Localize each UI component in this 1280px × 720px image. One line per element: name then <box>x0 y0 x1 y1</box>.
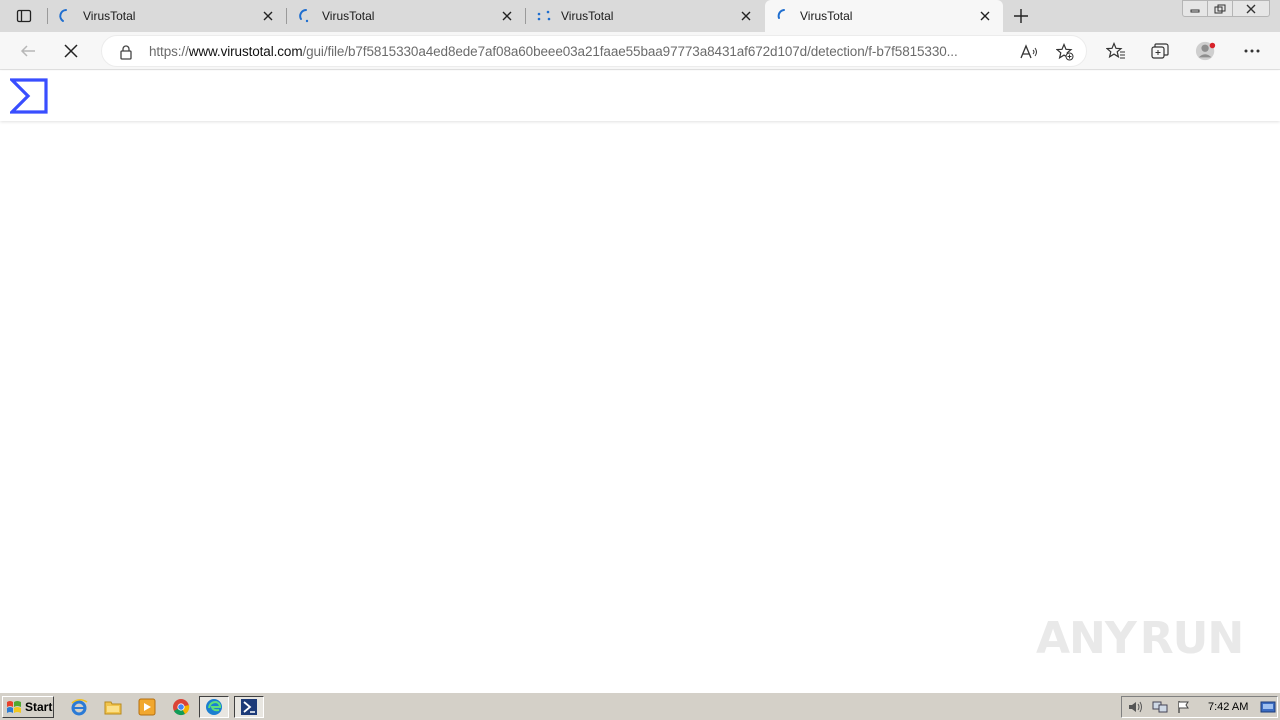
close-icon <box>1246 4 1256 13</box>
read-aloud-icon[interactable] <box>1020 43 1038 61</box>
volume-icon[interactable] <box>1127 699 1145 715</box>
url-host: www.virustotal.com <box>188 44 303 59</box>
stop-loading-button[interactable] <box>57 38 85 64</box>
action-center-flag-icon[interactable] <box>1175 699 1193 715</box>
page-content: ANY RUN <box>0 71 1280 691</box>
loading-spinner-icon <box>59 9 67 22</box>
powershell-taskbar-button[interactable] <box>234 696 264 718</box>
edge-taskbar-button[interactable] <box>199 696 229 718</box>
add-favorite-icon[interactable] <box>1056 43 1074 61</box>
tab-actions-icon <box>16 9 32 23</box>
tab-title: VirusTotal <box>83 9 136 23</box>
loading-spinner-icon <box>299 9 309 23</box>
anyrun-watermark: ANY RUN <box>1036 607 1244 669</box>
back-button[interactable] <box>14 38 42 64</box>
watermark-text-left: ANY <box>1036 612 1137 664</box>
chrome-icon[interactable] <box>170 697 192 717</box>
tab-title: VirusTotal <box>800 9 853 23</box>
start-button[interactable]: Start <box>2 696 54 718</box>
powershell-icon <box>241 699 257 715</box>
tab-strip: VirusTotal VirusTotal VirusTotal VirusTo… <box>0 0 1280 32</box>
show-desktop-icon[interactable] <box>1259 699 1277 715</box>
system-tray: 7:42 AM <box>1121 696 1278 718</box>
site-header <box>0 71 1280 121</box>
browser-tab[interactable]: VirusTotal <box>525 0 764 32</box>
network-icon[interactable] <box>1151 699 1169 715</box>
url-text[interactable]: https://www.virustotal.com/gui/file/b7f5… <box>149 44 1011 59</box>
loading-spinner-icon <box>537 10 551 21</box>
profile-avatar[interactable] <box>1195 40 1217 62</box>
tab-title: VirusTotal <box>322 9 375 23</box>
url-scheme: https:// <box>149 44 189 59</box>
close-tab-icon[interactable] <box>738 8 754 24</box>
file-explorer-icon[interactable] <box>102 697 124 717</box>
favorites-icon[interactable] <box>1105 40 1127 62</box>
virustotal-logo-icon[interactable] <box>10 78 48 114</box>
taskbar: Start 7:42 AM <box>0 692 1280 720</box>
close-tab-icon[interactable] <box>499 8 515 24</box>
url-path: /gui/file/b7f5815330a4ed8ede7af08a60beee… <box>302 44 958 59</box>
tab-separator <box>525 8 526 24</box>
browser-tab[interactable]: VirusTotal <box>286 0 525 32</box>
start-label: Start <box>25 700 53 714</box>
window-controls <box>1182 0 1270 18</box>
taskbar-clock[interactable]: 7:42 AM <box>1208 701 1248 713</box>
navigation-bar: https://www.virustotal.com/gui/file/b7f5… <box>0 32 1280 70</box>
browser-tab-active[interactable]: VirusTotal <box>765 0 1003 32</box>
tab-actions-button[interactable] <box>8 5 40 27</box>
tab-title: VirusTotal <box>561 9 614 23</box>
minimize-icon <box>1190 9 1200 12</box>
collections-icon[interactable] <box>1149 40 1171 62</box>
tab-separator <box>47 8 48 24</box>
close-tab-icon[interactable] <box>977 8 993 24</box>
new-tab-button[interactable] <box>1010 5 1032 27</box>
tab-separator <box>286 8 287 24</box>
close-window-button[interactable] <box>1232 0 1270 17</box>
more-options-icon[interactable] <box>1241 40 1263 62</box>
back-arrow-icon <box>20 45 35 57</box>
browser-tab[interactable]: VirusTotal <box>47 0 286 32</box>
edge-icon <box>206 699 222 715</box>
plus-icon <box>1014 9 1028 23</box>
media-player-icon[interactable] <box>136 697 158 717</box>
restore-icon <box>1214 4 1226 13</box>
close-tab-icon[interactable] <box>260 8 276 24</box>
windows-logo-icon <box>7 701 21 713</box>
watermark-text-right: RUN <box>1139 612 1244 664</box>
lock-icon[interactable] <box>118 44 134 60</box>
restore-button[interactable] <box>1207 0 1233 17</box>
internet-explorer-icon[interactable] <box>68 697 90 717</box>
address-bar[interactable]: https://www.virustotal.com/gui/file/b7f5… <box>101 35 1087 67</box>
loading-spinner-icon <box>777 9 785 19</box>
stop-icon <box>64 44 78 58</box>
minimize-button[interactable] <box>1182 0 1208 17</box>
